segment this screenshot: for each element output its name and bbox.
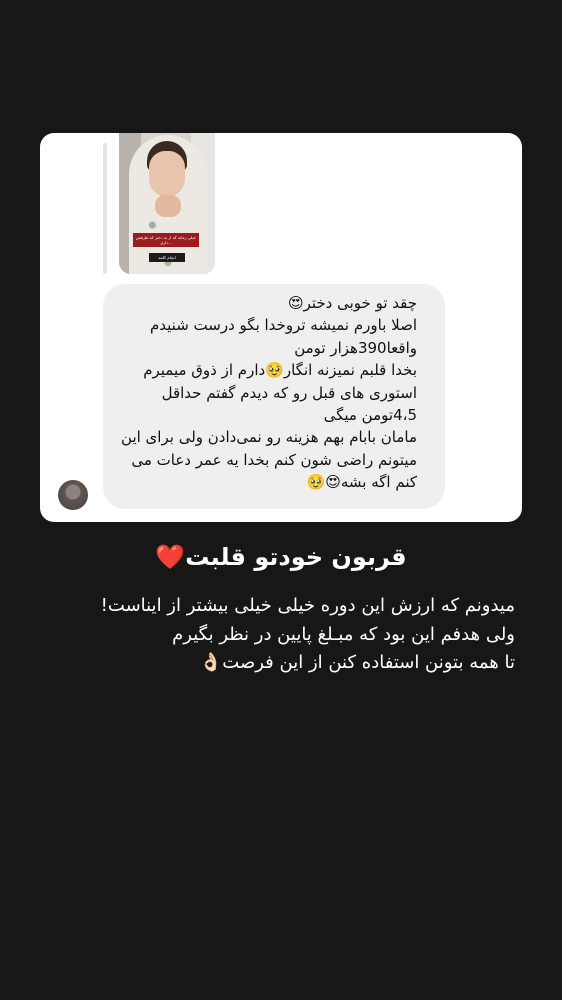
message-text: چقد تو خوبی دختر😍 اصلا باورم نمیشه تروخد… <box>121 294 417 492</box>
thumbnail-caption: خیلی زمانه که از یه دختر که ظرفش داری... <box>133 233 199 247</box>
reply-indicator-bar <box>103 143 107 274</box>
thumbnail-face <box>149 151 185 197</box>
replied-story-thumbnail[interactable]: خیلی زمانه که از یه دختر که ظرفش داری...… <box>119 133 215 274</box>
sender-avatar[interactable] <box>58 480 88 510</box>
headline: قربون خودتو قلبت❤️ <box>155 543 407 571</box>
thumbnail-sticker: انجام کلمه <box>149 253 185 262</box>
body-text: میدونم که ارزش این دوره خیلی خیلی بیشتر … <box>100 595 515 673</box>
message-bubble[interactable]: چقد تو خوبی دختر😍 اصلا باورم نمیشه تروخد… <box>103 284 445 509</box>
thumbnail-hand <box>155 195 181 217</box>
message-card: خیلی زمانه که از یه دختر که ظرفش داری...… <box>40 133 522 522</box>
